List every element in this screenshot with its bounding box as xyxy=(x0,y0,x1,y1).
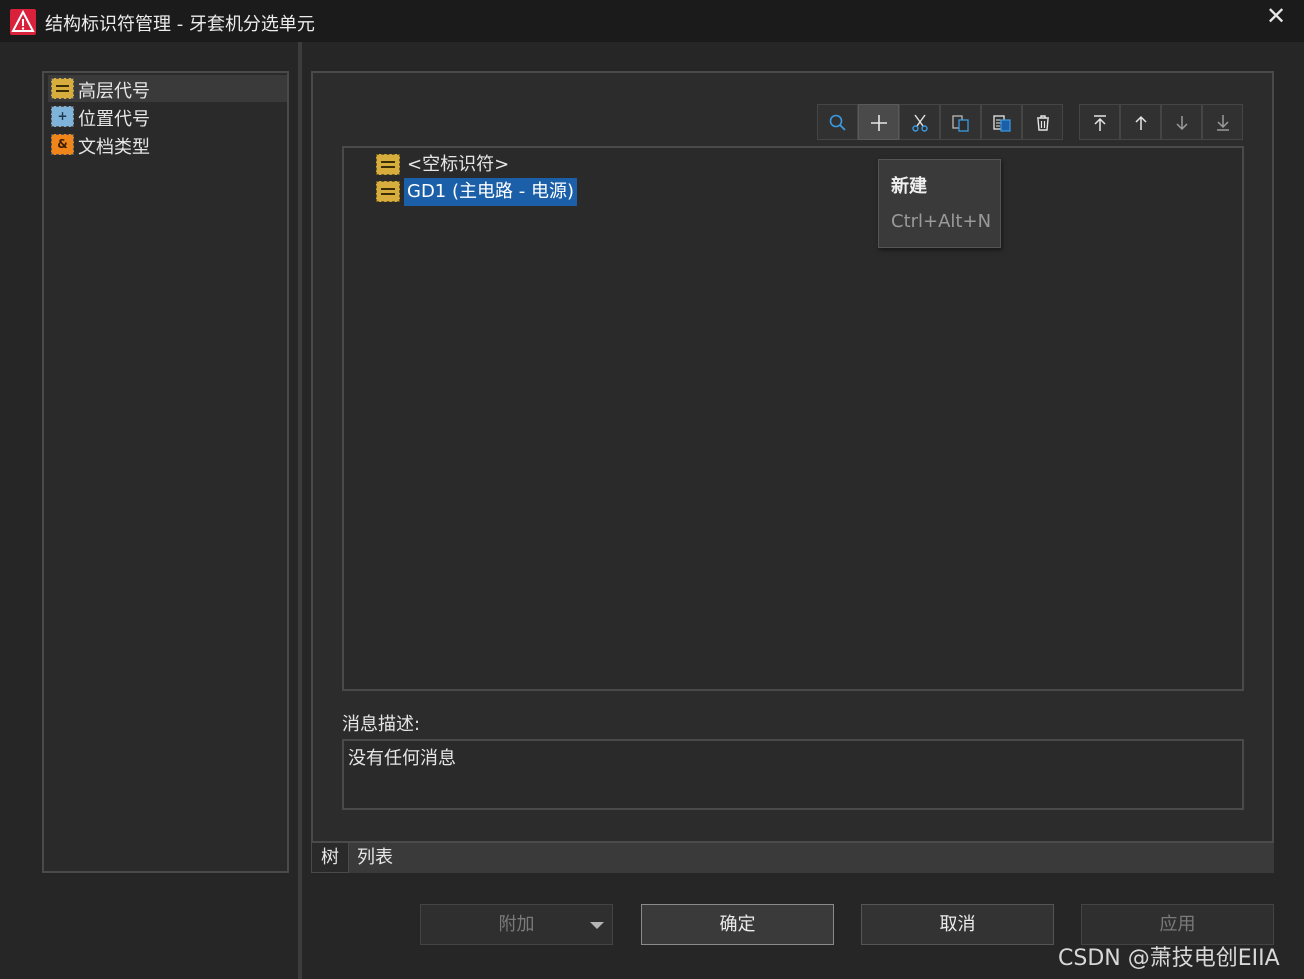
move-top-button[interactable] xyxy=(1079,104,1120,140)
copy-button[interactable] xyxy=(940,104,981,140)
delete-icon xyxy=(1037,115,1049,131)
app-logo-icon xyxy=(10,9,36,35)
title-bar: 结构标识符管理 - 牙套机分选单元 ✕ xyxy=(0,0,1304,42)
cancel-button[interactable]: 取消 xyxy=(861,904,1054,945)
identifier-tree[interactable]: <空标识符> GD1 (主电路 - 电源) xyxy=(342,146,1244,691)
panel-splitter[interactable] xyxy=(298,42,302,979)
message-text: 没有任何消息 xyxy=(348,748,456,769)
higher-level-icon xyxy=(51,78,74,99)
delete-button[interactable] xyxy=(1022,104,1063,140)
list-item-higher-level[interactable]: 高层代号 xyxy=(48,75,287,102)
tree-item-label: GD1 (主电路 - 电源) xyxy=(404,178,577,206)
message-label: 消息描述: xyxy=(342,714,421,735)
move-bottom-button[interactable] xyxy=(1202,104,1243,140)
tab-tree[interactable]: 树 xyxy=(311,843,349,873)
list-item-label: 文档类型 xyxy=(78,137,150,158)
tree-item-label: <空标识符> xyxy=(407,154,510,175)
list-item-document-type[interactable]: & 文档类型 xyxy=(48,131,287,158)
list-item-location[interactable]: + 位置代号 xyxy=(48,103,287,130)
move-up-icon xyxy=(1135,115,1147,130)
cut-icon xyxy=(912,114,928,132)
list-item-label: 位置代号 xyxy=(78,109,150,130)
list-item-label: 高层代号 xyxy=(78,81,150,102)
add-button[interactable] xyxy=(858,104,899,140)
tooltip-title: 新建 xyxy=(891,176,927,197)
apply-button[interactable]: 应用 xyxy=(1081,904,1274,945)
move-toolbar xyxy=(1079,104,1243,140)
tab-list[interactable]: 列表 xyxy=(348,843,402,873)
watermark: CSDN @萧技电创EIIA xyxy=(1058,946,1280,971)
view-tabbar: 树 列表 xyxy=(311,843,1274,873)
document-type-icon: & xyxy=(51,134,74,155)
move-down-button[interactable] xyxy=(1161,104,1202,140)
chevron-down-icon xyxy=(590,922,604,929)
close-icon[interactable]: ✕ xyxy=(1262,2,1290,30)
ok-button[interactable]: 确定 xyxy=(641,904,834,945)
paste-icon xyxy=(993,115,1011,132)
window-title: 结构标识符管理 - 牙套机分选单元 xyxy=(45,14,315,35)
cut-button[interactable] xyxy=(899,104,940,140)
copy-icon xyxy=(952,115,969,132)
move-up-button[interactable] xyxy=(1120,104,1161,140)
move-top-icon xyxy=(1094,115,1106,131)
paste-button[interactable] xyxy=(981,104,1022,140)
add-icon xyxy=(871,115,887,131)
search-icon xyxy=(829,114,846,131)
move-down-icon xyxy=(1176,116,1188,131)
attach-button-label: 附加 xyxy=(498,914,535,935)
message-box[interactable]: 没有任何消息 xyxy=(342,739,1244,810)
move-bottom-icon xyxy=(1217,115,1229,131)
search-button[interactable] xyxy=(817,104,858,140)
edit-toolbar xyxy=(817,104,1063,140)
tooltip: 新建 Ctrl+Alt+N xyxy=(878,159,1001,248)
tooltip-shortcut: Ctrl+Alt+N xyxy=(891,211,992,232)
higher-level-icon xyxy=(376,181,400,202)
attach-dropdown-button[interactable]: 附加 xyxy=(420,904,613,945)
identifier-type-list: 高层代号 + 位置代号 & 文档类型 xyxy=(42,71,289,873)
higher-level-icon xyxy=(376,154,400,175)
location-icon: + xyxy=(51,106,74,127)
